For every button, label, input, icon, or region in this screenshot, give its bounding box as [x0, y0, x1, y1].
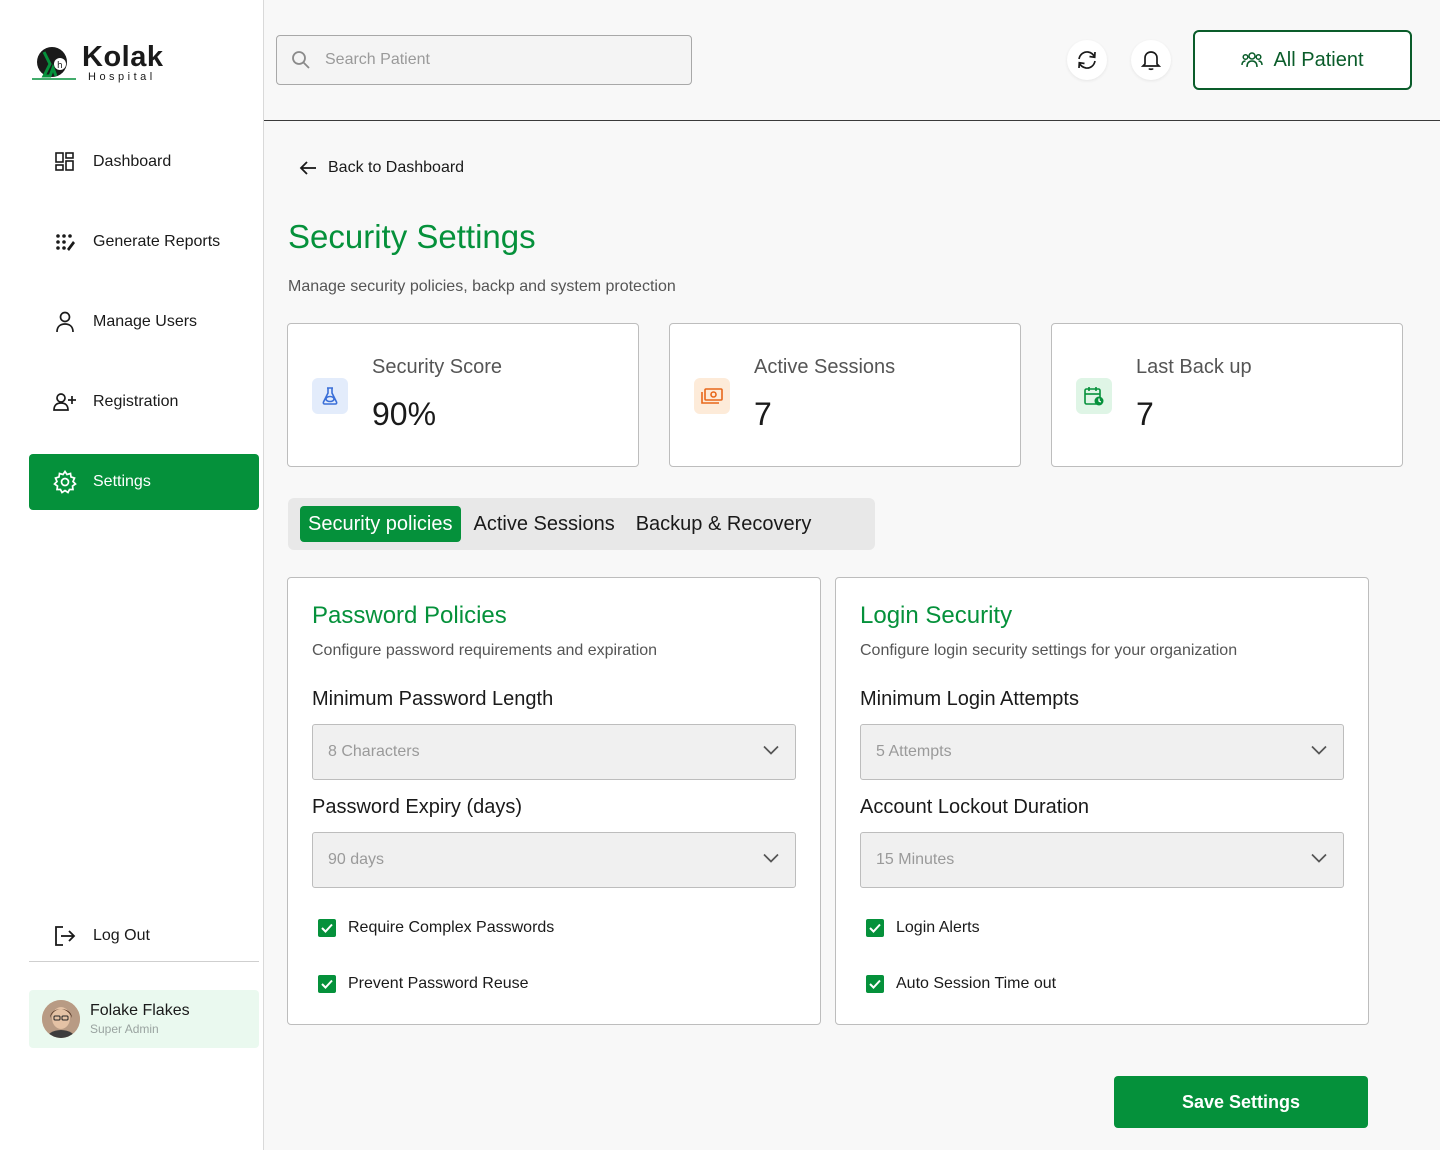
sidebar-item-label: Registration — [93, 393, 179, 410]
logout-label: Log Out — [93, 926, 150, 944]
stat-card-active-sessions: Active Sessions 7 — [669, 323, 1021, 467]
chevron-down-icon — [1311, 745, 1327, 755]
sidebar: h Kolak Hospital Dashboard Generate Repo… — [0, 0, 264, 1150]
panel-subtitle: Configure password requirements and expi… — [312, 642, 658, 659]
checkbox-label: Require Complex Passwords — [348, 919, 555, 936]
login-security-panel: Login Security Configure login security … — [835, 577, 1369, 1025]
logo: h Kolak Hospital — [30, 42, 163, 84]
stat-value: 7 — [1136, 396, 1154, 432]
stat-value: 7 — [754, 396, 772, 432]
user-icon — [53, 310, 77, 334]
sidebar-item-manage-users[interactable]: Manage Users — [29, 294, 259, 350]
select-value: 8 Characters — [328, 743, 420, 760]
page-subtitle: Manage security policies, backp and syst… — [288, 278, 676, 295]
save-settings-button[interactable]: Save Settings — [1114, 1076, 1368, 1128]
user-card[interactable]: Folake Flakes Super Admin — [29, 990, 259, 1048]
sidebar-item-settings[interactable]: Settings — [29, 454, 259, 510]
checkbox-checked-icon — [318, 919, 336, 937]
prevent-password-reuse-checkbox[interactable]: Prevent Password Reuse — [318, 975, 529, 993]
refresh-icon — [1076, 49, 1098, 71]
bell-icon — [1141, 49, 1161, 71]
reports-icon — [53, 230, 77, 254]
brand-sub: Hospital — [88, 71, 156, 83]
tab-active-sessions[interactable]: Active Sessions — [466, 506, 623, 542]
panel-title: Password Policies — [312, 602, 507, 629]
topbar: All Patient — [264, 0, 1440, 121]
logo-mark-icon: h — [30, 42, 76, 84]
field-label: Minimum Login Attempts — [860, 688, 1079, 710]
search-input[interactable] — [325, 51, 665, 69]
min-login-attempts-select[interactable]: 5 Attempts — [860, 724, 1344, 780]
login-alerts-checkbox[interactable]: Login Alerts — [866, 919, 980, 937]
gear-icon — [53, 470, 77, 494]
calendar-clock-icon — [1076, 378, 1112, 414]
all-patient-button[interactable]: All Patient — [1193, 30, 1412, 90]
require-complex-passwords-checkbox[interactable]: Require Complex Passwords — [318, 919, 554, 937]
lockout-duration-select[interactable]: 15 Minutes — [860, 832, 1344, 888]
back-to-dashboard-link[interactable]: Back to Dashboard — [298, 158, 464, 178]
sidebar-item-label: Settings — [93, 473, 151, 490]
user-name: Folake Flakes — [90, 1002, 190, 1019]
checkbox-checked-icon — [866, 919, 884, 937]
checkbox-label: Prevent Password Reuse — [348, 975, 529, 992]
sidebar-item-label: Generate Reports — [93, 233, 221, 250]
avatar — [42, 1000, 80, 1038]
checkbox-checked-icon — [866, 975, 884, 993]
sidebar-item-label: Dashboard — [93, 153, 172, 170]
money-icon — [694, 378, 730, 414]
field-label: Password Expiry (days) — [312, 796, 523, 818]
search-icon — [291, 50, 311, 70]
tab-security-policies[interactable]: Security policies — [300, 506, 461, 542]
stat-label: Last Back up — [1136, 356, 1252, 378]
checkbox-label: Auto Session Time out — [896, 975, 1057, 992]
panel-subtitle: Configure login security settings for yo… — [860, 642, 1238, 659]
brand-name: Kolak — [82, 41, 164, 73]
flask-icon — [312, 378, 348, 414]
sidebar-item-dashboard[interactable]: Dashboard — [29, 134, 259, 190]
stat-label: Active Sessions — [754, 356, 896, 378]
password-expiry-select[interactable]: 90 days — [312, 832, 796, 888]
sidebar-item-registration[interactable]: Registration — [29, 374, 259, 430]
stat-card-last-backup: Last Back up 7 — [1051, 323, 1403, 467]
notifications-button[interactable] — [1131, 40, 1171, 80]
arrow-left-icon — [298, 158, 318, 178]
panel-title: Login Security — [860, 602, 1013, 629]
dashboard-icon — [53, 150, 77, 174]
stat-value: 90% — [372, 396, 437, 432]
chevron-down-icon — [763, 853, 779, 863]
users-group-icon — [1241, 50, 1264, 70]
logout-button[interactable]: Log Out — [29, 910, 259, 962]
sidebar-item-generate-reports[interactable]: Generate Reports — [29, 214, 259, 270]
user-add-icon — [53, 390, 77, 414]
password-policies-panel: Password Policies Configure password req… — [287, 577, 821, 1025]
checkbox-checked-icon — [318, 975, 336, 993]
refresh-button[interactable] — [1067, 40, 1107, 80]
back-label: Back to Dashboard — [328, 159, 465, 176]
tab-backup-recovery[interactable]: Backup & Recovery — [628, 506, 820, 542]
select-value: 15 Minutes — [876, 851, 955, 868]
all-patient-label: All Patient — [1273, 48, 1364, 71]
sidebar-item-label: Manage Users — [93, 313, 198, 330]
stat-label: Security Score — [372, 356, 503, 378]
select-value: 5 Attempts — [876, 743, 952, 760]
logout-icon — [53, 924, 77, 948]
chevron-down-icon — [763, 745, 779, 755]
sidebar-nav: Dashboard Generate Reports Manage Users … — [29, 134, 259, 534]
auto-session-timeout-checkbox[interactable]: Auto Session Time out — [866, 975, 1056, 993]
field-label: Account Lockout Duration — [860, 796, 1090, 818]
field-label: Minimum Password Length — [312, 688, 554, 710]
svg-text:h: h — [57, 61, 63, 71]
select-value: 90 days — [328, 851, 385, 868]
settings-tabs: Security policies Active Sessions Backup… — [288, 498, 875, 550]
chevron-down-icon — [1311, 853, 1327, 863]
min-password-length-select[interactable]: 8 Characters — [312, 724, 796, 780]
stat-card-security-score: Security Score 90% — [287, 323, 639, 467]
checkbox-label: Login Alerts — [896, 919, 980, 936]
search-box — [276, 35, 692, 85]
user-role: Super Admin — [90, 1022, 159, 1036]
page-title: Security Settings — [288, 218, 536, 255]
